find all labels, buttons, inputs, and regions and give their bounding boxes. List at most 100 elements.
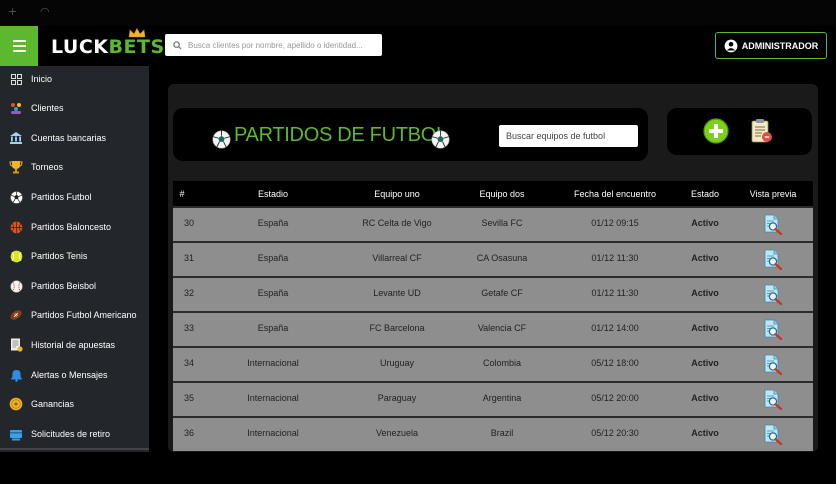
cell-id: 30	[184, 218, 195, 228]
bell-icon	[9, 368, 23, 382]
preview-search-icon[interactable]	[762, 213, 784, 236]
cell-equipo-uno: Venezuela	[375, 428, 419, 438]
cell-id: 36	[184, 428, 195, 438]
cell-equipo-dos: Getafe CF	[481, 288, 523, 298]
bank-icon	[9, 131, 23, 145]
add-icon[interactable]	[703, 118, 729, 144]
cell-id: 31	[184, 253, 195, 263]
sidebar-item-torneos[interactable]: Torneos	[0, 154, 149, 180]
table-row[interactable]: 34 Internacional Uruguay Colombia 05/12 18:0…	[173, 348, 813, 381]
cell-estadio: España	[257, 288, 289, 298]
cell-equipo-uno: FC Barcelona	[369, 323, 425, 333]
table-header: # Estadio Equipo uno Equipo dos Fecha de…	[173, 181, 813, 208]
crown-icon	[128, 28, 146, 38]
status-badge: Activo	[691, 288, 719, 298]
status-badge: Activo	[691, 218, 719, 228]
sidebar-item-label: Cuentas bancarias	[31, 133, 107, 143]
cell-equipo-uno: Paraguay	[377, 393, 417, 403]
sidebar-item-label: Alertas o Mensajes	[31, 370, 108, 380]
cell-estadio: Internacional	[247, 358, 299, 368]
table-row[interactable]: 35 Internacional Paraguay Argentina 05/12 20…	[173, 383, 813, 416]
status-badge: Activo	[691, 428, 719, 438]
sidebar-item-ganancias[interactable]: Ganancias	[0, 391, 149, 417]
cell-estadio: España	[257, 218, 289, 228]
clipboard-report-icon[interactable]	[750, 118, 774, 144]
sidebar-item-label: Partidos Futbol	[31, 192, 92, 202]
preview-search-icon[interactable]	[762, 423, 784, 446]
table-row[interactable]: 32 España Levante UD Getafe CF 01/12 11:30 Ac…	[173, 278, 813, 311]
sidebar-item-label: Partidos Beisbol	[31, 281, 97, 291]
sidebar-item-partidos-futbol[interactable]: Partidos Futbol	[0, 184, 149, 210]
table-row[interactable]: 33 España FC Barcelona Valencia CF 01/12 14:…	[173, 313, 813, 346]
admin-button[interactable]: ADMINISTRADOR	[715, 32, 827, 59]
soccer-ball-icon	[431, 130, 450, 149]
client-search-input[interactable]	[188, 40, 378, 50]
sidebar-item-label: Solicitudes de retiro	[31, 429, 111, 439]
team-search-input[interactable]	[499, 125, 638, 147]
brand-logo[interactable]: LUCKBETS	[51, 36, 165, 58]
cell-id: 32	[184, 288, 195, 298]
action-card	[667, 108, 812, 155]
cell-estadio: Internacional	[247, 393, 299, 403]
sidebar-item-label: Historial de apuestas	[31, 340, 116, 350]
sidebar-divider	[0, 448, 149, 450]
sidebar-item-clientes[interactable]: Clientes	[0, 95, 149, 121]
sidebar-item-label: Partidos Tenis	[31, 251, 88, 261]
admin-label: ADMINISTRADOR	[741, 40, 819, 51]
cell-fecha: 01/12 09:15	[591, 218, 639, 228]
sidebar-item-inicio[interactable]: Inicio	[0, 66, 149, 92]
column-header: #	[179, 189, 185, 199]
column-header: Fecha del encuentro	[573, 189, 657, 199]
soccer-ball-icon	[9, 190, 23, 204]
back-icon[interactable]: +	[8, 5, 17, 18]
preview-search-icon[interactable]	[762, 353, 784, 376]
baseball-icon	[9, 279, 23, 293]
users-icon	[9, 101, 23, 115]
preview-search-icon[interactable]	[762, 318, 784, 341]
browser-chrome: + ◠	[0, 0, 836, 26]
sidebar-item-label: Inicio	[31, 74, 53, 84]
grid-icon	[9, 72, 23, 86]
client-search[interactable]	[165, 34, 382, 56]
cell-fecha: 05/12 18:00	[591, 358, 639, 368]
hamburger-icon[interactable]	[0, 26, 38, 66]
table-row[interactable]: 36 Internacional Venezuela Brazil 05/12 20:3…	[173, 418, 813, 451]
cell-equipo-dos: Brazil	[490, 428, 514, 438]
sidebar-item-partidos-beisbol[interactable]: Partidos Beisbol	[0, 273, 149, 299]
column-header: Equipo dos	[479, 189, 525, 199]
preview-search-icon[interactable]	[762, 283, 784, 306]
trophy-icon	[9, 160, 23, 174]
sidebar-item-historial-apuestas[interactable]: Historial de apuestas	[0, 332, 149, 358]
column-header: Estadio	[257, 189, 289, 199]
column-header: Estado	[690, 189, 720, 199]
cell-equipo-dos: CA Osasuna	[476, 253, 528, 263]
cell-fecha: 01/12 14:00	[591, 323, 639, 333]
sidebar-item-cuentas-bancarias[interactable]: Cuentas bancarias	[0, 125, 149, 151]
column-header: Vista previa	[749, 189, 797, 199]
cell-estadio: Internacional	[247, 428, 299, 438]
cell-fecha: 01/12 11:30	[591, 288, 639, 298]
cell-equipo-dos: Colombia	[482, 358, 522, 368]
table-row[interactable]: 30 España RC Celta de Vigo Sevilla FC 01/12 …	[173, 208, 813, 241]
status-badge: Activo	[691, 323, 719, 333]
sidebar-item-partidos-tenis[interactable]: Partidos Tenis	[0, 243, 149, 269]
sidebar-item-alertas-mensajes[interactable]: Alertas o Mensajes	[0, 362, 149, 388]
preview-search-icon[interactable]	[762, 248, 784, 271]
user-avatar-icon	[724, 39, 738, 52]
top-bar: LUCKBETS ADMINISTRADOR	[0, 26, 836, 66]
cell-id: 33	[184, 323, 195, 333]
preview-search-icon[interactable]	[762, 388, 784, 411]
reload-icon[interactable]: ◠	[40, 5, 50, 18]
sidebar-item-partidos-baloncesto[interactable]: Partidos Baloncesto	[0, 214, 149, 240]
table-row[interactable]: 31 España Villarreal CF CA Osasuna 01/12 11:…	[173, 243, 813, 276]
sidebar-item-solicitudes-retiro[interactable]: Solicitudes de retiro	[0, 421, 149, 447]
sidebar-item-partidos-futbol-americano[interactable]: Partidos Futbol Americano	[0, 302, 149, 328]
cell-equipo-uno: Levante UD	[373, 288, 421, 298]
sidebar-item-label: Ganancias	[31, 399, 75, 409]
cell-equipo-uno: Uruguay	[379, 358, 415, 368]
cell-equipo-dos: Valencia CF	[477, 323, 527, 333]
tennis-ball-icon	[9, 249, 23, 263]
column-header: Equipo uno	[374, 189, 420, 199]
cell-equipo-dos: Sevilla FC	[481, 218, 523, 228]
status-badge: Activo	[691, 358, 719, 368]
